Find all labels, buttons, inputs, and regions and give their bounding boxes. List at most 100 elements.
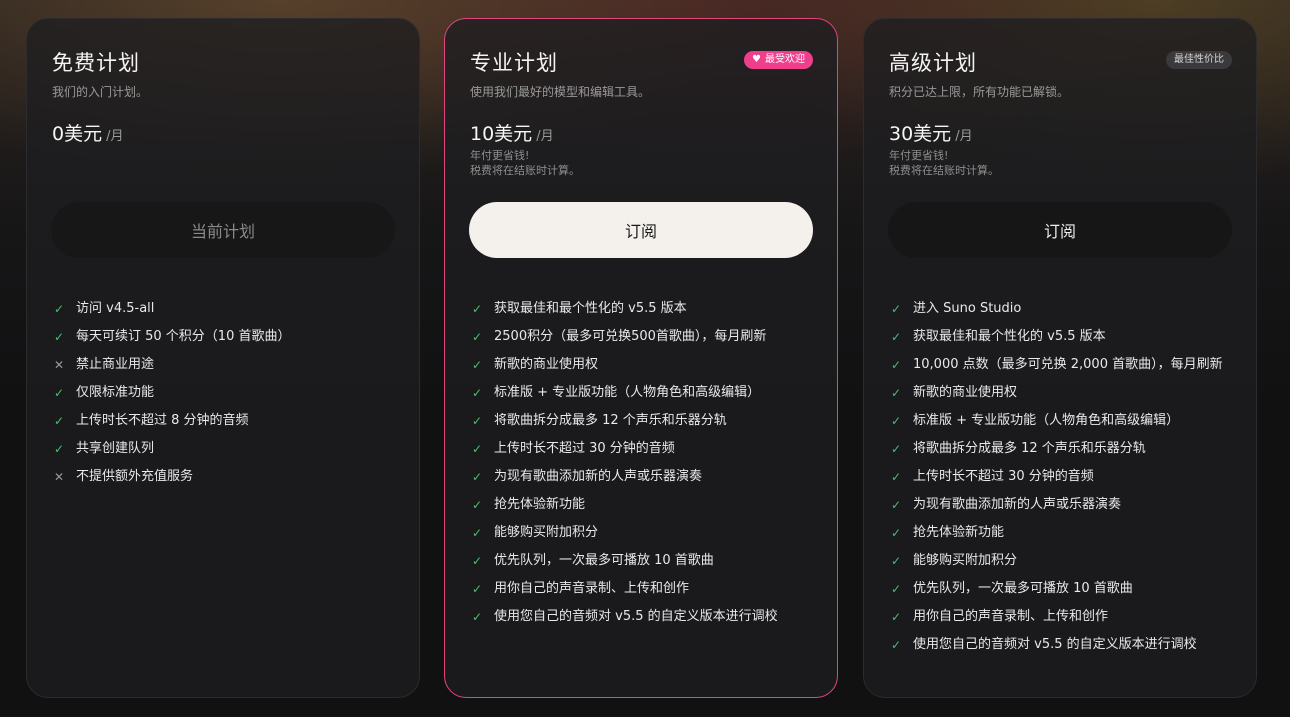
check-icon: ✓ <box>890 610 902 624</box>
check-icon: ✓ <box>471 442 483 456</box>
feature-item: ✓ 为现有歌曲添加新的人声或乐器演奏 <box>889 495 1239 515</box>
subscribe-button[interactable]: 订阅 <box>469 202 813 258</box>
check-icon: ✓ <box>890 386 902 400</box>
plan-card-pro: 专业计划 ♥ 最受欢迎 使用我们最好的模型和编辑工具。 10美元 /月 年付更省… <box>444 18 838 698</box>
feature-text: 优先队列，一次最多可播放 10 首歌曲 <box>494 553 714 568</box>
feature-item: ✓ 优先队列，一次最多可播放 10 首歌曲 <box>889 579 1239 599</box>
check-icon: ✓ <box>890 302 902 316</box>
feature-text: 使用您自己的音频对 v5.5 的自定义版本进行调校 <box>913 637 1197 652</box>
feature-item: ✓ 仅限标准功能 <box>52 383 402 403</box>
check-icon: ✓ <box>53 386 65 400</box>
check-icon: ✓ <box>471 498 483 512</box>
feature-item: ✓ 10,000 点数（最多可兑换 2,000 首歌曲），每月刷新 <box>889 355 1239 375</box>
annual-savings-note: 年付更省钱! <box>470 149 530 162</box>
heart-icon: ♥ <box>752 54 761 65</box>
subscribe-button[interactable]: 订阅 <box>888 202 1232 258</box>
feature-item: ✓ 使用您自己的音频对 v5.5 的自定义版本进行调校 <box>889 635 1239 655</box>
feature-item: ✓ 能够购买附加积分 <box>470 523 820 543</box>
feature-list: ✓ 访问 v4.5-all ✓ 每天可续订 50 个积分（10 首歌曲） ✕ 禁止商业用途… <box>52 299 402 495</box>
badge-label: 最受欢迎 <box>765 54 805 65</box>
feature-item: ✕ 不提供额外充值服务 <box>52 467 402 487</box>
feature-item: ✓ 获取最佳和最个性化的 v5.5 版本 <box>470 299 820 319</box>
feature-text: 将歌曲拆分成最多 12 个声乐和乐器分轨 <box>913 441 1146 456</box>
check-icon: ✓ <box>890 330 902 344</box>
check-icon: ✓ <box>471 330 483 344</box>
feature-item: ✓ 上传时长不超过 30 分钟的音频 <box>889 467 1239 487</box>
tax-note: 税费将在结账时计算。 <box>889 164 999 177</box>
tax-note: 税费将在结账时计算。 <box>470 164 580 177</box>
check-icon: ✓ <box>471 554 483 568</box>
feature-text: 进入 Suno Studio <box>913 301 1022 316</box>
feature-text: 10,000 点数（最多可兑换 2,000 首歌曲），每月刷新 <box>913 357 1223 372</box>
feature-text: 不提供额外充值服务 <box>76 469 194 484</box>
check-icon: ✓ <box>471 414 483 428</box>
feature-item: ✓ 访问 v4.5-all <box>52 299 402 319</box>
feature-text: 获取最佳和最个性化的 v5.5 版本 <box>494 301 687 316</box>
feature-item: ✓ 获取最佳和最个性化的 v5.5 版本 <box>889 327 1239 347</box>
plan-price: 30美元 /月 <box>889 119 973 146</box>
check-icon: ✓ <box>53 414 65 428</box>
check-icon: ✓ <box>890 498 902 512</box>
check-icon: ✓ <box>890 638 902 652</box>
check-icon: ✓ <box>53 442 65 456</box>
feature-text: 仅限标准功能 <box>76 385 155 400</box>
price-unit: /月 <box>955 129 973 144</box>
feature-item: ✓ 能够购买附加积分 <box>889 551 1239 571</box>
feature-item: ✓ 抢先体验新功能 <box>889 523 1239 543</box>
plan-title: 专业计划 <box>470 51 558 75</box>
check-icon: ✓ <box>471 582 483 596</box>
cross-icon: ✕ <box>53 470 65 484</box>
feature-text: 抢先体验新功能 <box>494 497 586 512</box>
feature-item: ✓ 优先队列，一次最多可播放 10 首歌曲 <box>470 551 820 571</box>
plan-description: 我们的入门计划。 <box>52 85 149 99</box>
feature-item: ✕ 禁止商业用途 <box>52 355 402 375</box>
feature-text: 获取最佳和最个性化的 v5.5 版本 <box>913 329 1106 344</box>
feature-text: 为现有歌曲添加新的人声或乐器演奏 <box>913 497 1122 512</box>
feature-text: 标准版 + 专业版功能（人物角色和高级编辑） <box>913 413 1180 428</box>
feature-text: 能够购买附加积分 <box>494 525 599 540</box>
feature-item: ✓ 每天可续订 50 个积分（10 首歌曲） <box>52 327 402 347</box>
price-amount: 30美元 <box>889 123 952 145</box>
check-icon: ✓ <box>890 414 902 428</box>
feature-text: 将歌曲拆分成最多 12 个声乐和乐器分轨 <box>494 413 727 428</box>
price-unit: /月 <box>536 129 554 144</box>
feature-item: ✓ 抢先体验新功能 <box>470 495 820 515</box>
feature-item: ✓ 使用您自己的音频对 v5.5 的自定义版本进行调校 <box>470 607 820 627</box>
current-plan-button[interactable]: 当前计划 <box>51 202 395 258</box>
check-icon: ✓ <box>471 526 483 540</box>
check-icon: ✓ <box>471 610 483 624</box>
best-value-badge: 最佳性价比 <box>1166 51 1232 69</box>
plan-description: 积分已达上限，所有功能已解锁。 <box>889 85 1070 99</box>
plan-card-free: 免费计划 我们的入门计划。 0美元 /月 当前计划 ✓ 访问 v4.5-all ✓ 每… <box>26 18 420 698</box>
plan-card-premier: 高级计划 最佳性价比 积分已达上限，所有功能已解锁。 30美元 /月 年付更省钱… <box>863 18 1257 698</box>
feature-item: ✓ 2500积分（最多可兑换500首歌曲），每月刷新 <box>470 327 820 347</box>
check-icon: ✓ <box>471 302 483 316</box>
feature-text: 为现有歌曲添加新的人声或乐器演奏 <box>494 469 703 484</box>
feature-list: ✓ 进入 Suno Studio ✓ 获取最佳和最个性化的 v5.5 版本 ✓ 10,00… <box>889 299 1239 663</box>
feature-item: ✓ 标准版 + 专业版功能（人物角色和高级编辑） <box>889 411 1239 431</box>
feature-text: 新歌的商业使用权 <box>913 385 1018 400</box>
check-icon: ✓ <box>890 358 902 372</box>
check-icon: ✓ <box>890 470 902 484</box>
feature-text: 上传时长不超过 30 分钟的音频 <box>913 469 1094 484</box>
feature-text: 上传时长不超过 8 分钟的音频 <box>76 413 249 428</box>
check-icon: ✓ <box>471 358 483 372</box>
feature-item: ✓ 新歌的商业使用权 <box>889 383 1239 403</box>
feature-text: 上传时长不超过 30 分钟的音频 <box>494 441 675 456</box>
feature-item: ✓ 为现有歌曲添加新的人声或乐器演奏 <box>470 467 820 487</box>
feature-text: 用你自己的声音录制、上传和创作 <box>494 581 690 596</box>
price-amount: 0美元 <box>52 123 103 145</box>
check-icon: ✓ <box>890 526 902 540</box>
feature-item: ✓ 共享创建队列 <box>52 439 402 459</box>
feature-text: 优先队列，一次最多可播放 10 首歌曲 <box>913 581 1133 596</box>
feature-text: 新歌的商业使用权 <box>494 357 599 372</box>
feature-text: 用你自己的声音录制、上传和创作 <box>913 609 1109 624</box>
feature-text: 每天可续订 50 个积分（10 首歌曲） <box>76 329 291 344</box>
check-icon: ✓ <box>53 330 65 344</box>
feature-item: ✓ 上传时长不超过 8 分钟的音频 <box>52 411 402 431</box>
plan-description: 使用我们最好的模型和编辑工具。 <box>470 85 651 99</box>
plan-price: 0美元 /月 <box>52 119 123 146</box>
check-icon: ✓ <box>471 386 483 400</box>
feature-text: 2500积分（最多可兑换500首歌曲），每月刷新 <box>494 329 767 344</box>
annual-savings-note: 年付更省钱! <box>889 149 949 162</box>
